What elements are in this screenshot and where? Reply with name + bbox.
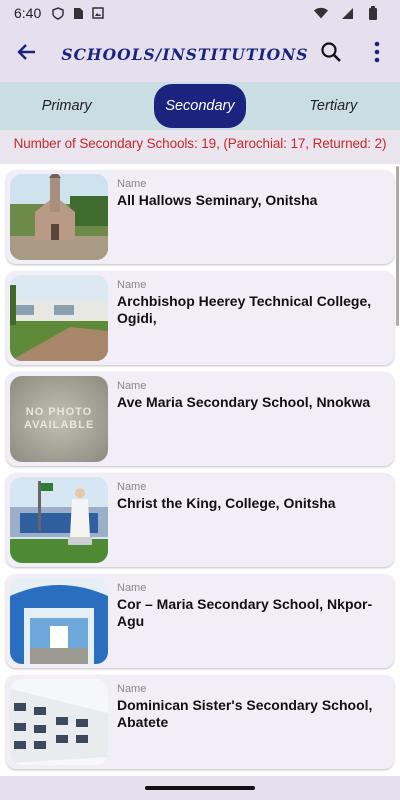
signal-icon — [340, 6, 354, 20]
school-photo — [10, 275, 108, 361]
school-card[interactable]: Name Archbishop Heerey Technical College… — [6, 271, 394, 365]
status-time: 6:40 — [14, 5, 42, 21]
tab-tertiary[interactable]: Tertiary — [267, 82, 400, 130]
school-photo — [10, 477, 108, 563]
school-name-label: Name — [117, 178, 147, 190]
school-count-summary: Number of Secondary Schools: 19, (Paroch… — [13, 136, 387, 151]
tab-label: Primary — [41, 98, 92, 114]
shield-icon — [51, 6, 65, 20]
tab-label: Tertiary — [309, 98, 358, 114]
school-photo — [10, 174, 108, 260]
tab-secondary[interactable]: Secondary — [133, 82, 266, 130]
school-name: Cor – Maria Secondary School, Nkpor-Agu — [117, 596, 373, 629]
school-card[interactable]: Name Dominican Sister's Secondary School… — [6, 675, 394, 769]
status-bar: 6:40 — [0, 0, 400, 26]
more-vert-icon — [374, 41, 380, 68]
school-card[interactable]: Name All Hallows Seminary, Onitsha — [6, 170, 394, 264]
school-name: Christ the King, College, Onitsha — [117, 495, 336, 511]
school-name-label: Name — [117, 380, 147, 392]
school-name-label: Name — [117, 683, 147, 695]
app-bar: SCHOOLS/INSTITUTIONS — [0, 26, 400, 82]
battery-icon — [366, 6, 380, 20]
wifi-icon — [314, 6, 328, 20]
school-name-label: Name — [117, 481, 147, 493]
sim-icon — [71, 6, 85, 20]
school-name-label: Name — [117, 582, 147, 594]
school-photo — [10, 578, 108, 664]
school-name: All Hallows Seminary, Onitsha — [117, 192, 318, 208]
school-list[interactable]: Name All Hallows Seminary, Onitsha Name … — [0, 164, 400, 776]
photo-icon — [91, 6, 105, 20]
search-icon — [320, 41, 342, 68]
school-card[interactable]: Name Cor – Maria Secondary School, Nkpor… — [6, 574, 394, 668]
page-title: SCHOOLS/INSTITUTIONS — [61, 44, 309, 64]
school-photo — [10, 679, 108, 765]
list-scrollbar[interactable] — [396, 166, 399, 326]
back-arrow-icon — [17, 42, 37, 67]
school-name: Archbishop Heerey Technical College, Ogi… — [117, 293, 372, 326]
no-photo-text: NO PHOTO AVAILABLE — [24, 406, 95, 431]
system-nav-bar — [0, 776, 400, 800]
home-gesture-handle[interactable] — [145, 786, 255, 790]
back-button[interactable] — [0, 26, 53, 82]
search-button[interactable] — [308, 26, 354, 82]
school-photo-placeholder: NO PHOTO AVAILABLE — [10, 376, 108, 462]
school-name: Dominican Sister's Secondary School, Aba… — [117, 697, 373, 730]
more-options-button[interactable] — [354, 26, 400, 82]
school-name: Ave Maria Secondary School, Nnokwa — [117, 394, 371, 410]
tab-primary[interactable]: Primary — [0, 82, 133, 130]
school-card[interactable]: Name Christ the King, College, Onitsha — [6, 473, 394, 567]
tab-label: Secondary — [153, 84, 246, 128]
school-name-label: Name — [117, 279, 147, 291]
school-level-tabs: Primary Secondary Tertiary — [0, 82, 400, 130]
school-card[interactable]: NO PHOTO AVAILABLE Name Ave Maria Second… — [6, 372, 394, 466]
